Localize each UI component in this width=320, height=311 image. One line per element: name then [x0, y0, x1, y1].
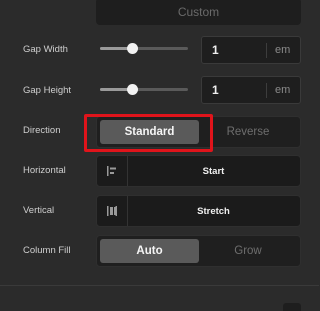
gap-width-value[interactable]: 1 [212, 43, 219, 57]
custom-button[interactable]: Custom [96, 0, 301, 25]
direction-standard-option[interactable]: Standard [100, 120, 199, 144]
vertical-align-select[interactable]: Stretch [96, 195, 301, 227]
gap-height-value[interactable]: 1 [212, 83, 219, 97]
gap-height-unit[interactable]: em [275, 84, 290, 96]
field-separator [266, 43, 267, 58]
field-separator [266, 83, 267, 98]
gap-height-slider-thumb[interactable] [126, 84, 138, 95]
vertical-label: Vertical [23, 205, 55, 216]
direction-label: Direction [23, 125, 61, 136]
column-fill-label: Column Fill [23, 245, 71, 256]
direction-toggle[interactable]: Standard Reverse [96, 116, 301, 148]
column-fill-grow-option[interactable]: Grow [199, 239, 297, 263]
horizontal-label: Horizontal [23, 165, 66, 176]
align-start-icon [97, 156, 128, 186]
vertical-align-value[interactable]: Stretch [127, 196, 300, 226]
gap-height-label: Gap Height [23, 85, 72, 96]
gap-width-field[interactable]: 1 em [201, 36, 301, 64]
horizontal-align-select[interactable]: Start [96, 155, 301, 187]
gap-width-label: Gap Width [23, 44, 68, 55]
align-stretch-icon [97, 196, 128, 226]
column-fill-toggle[interactable]: Auto Grow [96, 235, 301, 267]
gap-width-slider[interactable] [100, 43, 188, 54]
gap-height-slider[interactable] [100, 84, 188, 95]
direction-reverse-option[interactable]: Reverse [199, 120, 297, 144]
gap-width-slider-thumb[interactable] [126, 43, 138, 54]
column-fill-auto-option[interactable]: Auto [100, 239, 199, 263]
horizontal-align-value[interactable]: Start [127, 156, 300, 186]
gap-width-unit[interactable]: em [275, 44, 290, 56]
section-divider [0, 285, 319, 286]
gap-height-field[interactable]: 1 em [201, 76, 301, 104]
bottom-panel-tab[interactable] [283, 303, 301, 311]
